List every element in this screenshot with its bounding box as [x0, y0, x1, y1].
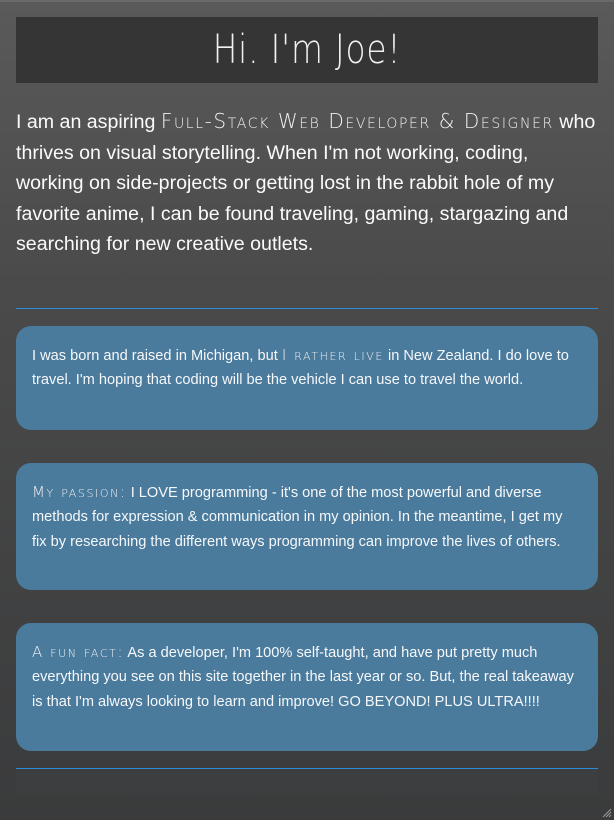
about-card-passion: My passion: I LOVE programming - it's on… [16, 463, 598, 590]
intro-text-start: I am an aspiring [16, 111, 161, 133]
about-card-fun-fact: A fun fact: As a developer, I'm 100% sel… [16, 623, 598, 751]
card-text-start: I was born and raised in Michigan, but [32, 348, 282, 364]
top-border [0, 0, 614, 2]
resize-grip-icon[interactable] [600, 806, 612, 818]
intro-paragraph: I am an aspiring Full-Stack Web Develope… [16, 106, 598, 260]
page-title: Hi. I'm Joe! [212, 27, 402, 73]
about-card-location: I was born and raised in Michigan, but I… [16, 326, 598, 430]
footer-band [16, 769, 598, 793]
card-highlight: I rather live [281, 346, 384, 364]
card-highlight: A fun fact: [32, 643, 125, 661]
card-highlight: My passion: [32, 483, 127, 501]
hero-banner: Hi. I'm Joe! [16, 17, 598, 83]
divider-top [16, 308, 598, 309]
intro-role-highlight: Full-Stack Web Developer & Designer [160, 109, 554, 133]
